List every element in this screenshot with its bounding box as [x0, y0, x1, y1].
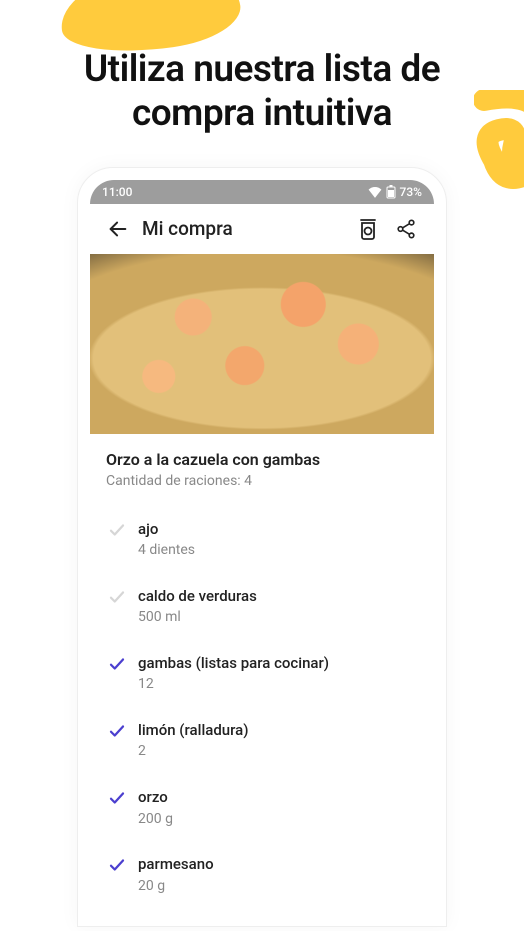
app-bar-title: Mi compra	[142, 217, 344, 240]
ingredient-text: orzo 200 g	[138, 787, 173, 828]
status-time: 11:00	[102, 185, 132, 199]
ingredient-text: gambas (listas para cocinar) 12	[138, 653, 329, 694]
ingredient-name: limón (ralladura)	[138, 720, 249, 740]
ingredient-text: perejil20 g	[138, 922, 179, 926]
phone-screen: 11:00 73% Mi compra Orzo a la cazuela co…	[90, 180, 434, 926]
ingredient-list: ajo 4 dientes caldo de verduras 500 ml gamba…	[106, 509, 418, 926]
ingredient-name: parmesano	[138, 854, 214, 874]
content-area: Orzo a la cazuela con gambas Cantidad de…	[90, 434, 434, 926]
phone-frame: 11:00 73% Mi compra Orzo a la cazuela co…	[77, 167, 447, 927]
pantry-icon	[358, 218, 378, 240]
headline: Utiliza nuestra lista de compra intuitiv…	[0, 0, 524, 167]
arrow-back-icon	[107, 218, 129, 240]
ingredient-name: gambas (listas para cocinar)	[138, 653, 329, 673]
ingredient-qty: 20 g	[138, 877, 214, 896]
battery-icon	[386, 185, 396, 199]
check-icon-checked[interactable]	[108, 924, 126, 926]
wifi-icon	[368, 186, 382, 198]
status-battery: 73%	[400, 185, 422, 199]
ingredient-row[interactable]: parmesano 20 g	[106, 844, 418, 911]
ingredient-row[interactable]: ajo 4 dientes	[106, 509, 418, 576]
ingredient-text: parmesano 20 g	[138, 854, 214, 895]
check-icon-unchecked[interactable]	[108, 521, 126, 539]
check-icon-checked[interactable]	[108, 655, 126, 673]
share-icon	[395, 218, 417, 240]
check-icon-checked[interactable]	[108, 722, 126, 740]
ingredient-name: caldo de verduras	[138, 586, 257, 606]
check-icon-unchecked[interactable]	[108, 588, 126, 606]
ingredient-row[interactable]: caldo de verduras 500 ml	[106, 576, 418, 643]
ingredient-qty: 4 dientes	[138, 541, 195, 560]
ingredient-name: orzo	[138, 787, 173, 807]
status-bar: 11:00 73%	[90, 180, 434, 204]
check-icon-checked[interactable]	[108, 789, 126, 807]
ingredient-qty: 500 ml	[138, 608, 257, 627]
back-button[interactable]	[104, 215, 132, 243]
check-icon-checked[interactable]	[108, 856, 126, 874]
recipe-servings: Cantidad de raciones: 4	[106, 473, 418, 489]
ingredient-qty: 200 g	[138, 810, 173, 829]
ingredient-row[interactable]: limón (ralladura) 2	[106, 710, 418, 777]
ingredient-name: perejil	[138, 922, 179, 926]
pantry-button[interactable]	[354, 215, 382, 243]
ingredient-text: caldo de verduras 500 ml	[138, 586, 257, 627]
ingredient-text: limón (ralladura) 2	[138, 720, 249, 761]
ingredient-text: ajo 4 dientes	[138, 519, 195, 560]
ingredient-qty: 2	[138, 742, 249, 761]
ingredient-row[interactable]: orzo 200 g	[106, 777, 418, 844]
ingredient-row[interactable]: perejil20 g	[106, 912, 418, 926]
ingredient-row[interactable]: gambas (listas para cocinar) 12	[106, 643, 418, 710]
recipe-image	[90, 254, 434, 434]
ingredient-qty: 12	[138, 675, 329, 694]
share-button[interactable]	[392, 215, 420, 243]
recipe-title: Orzo a la cazuela con gambas	[106, 450, 418, 469]
ingredient-name: ajo	[138, 519, 195, 539]
status-right: 73%	[368, 185, 422, 199]
app-bar: Mi compra	[90, 204, 434, 254]
